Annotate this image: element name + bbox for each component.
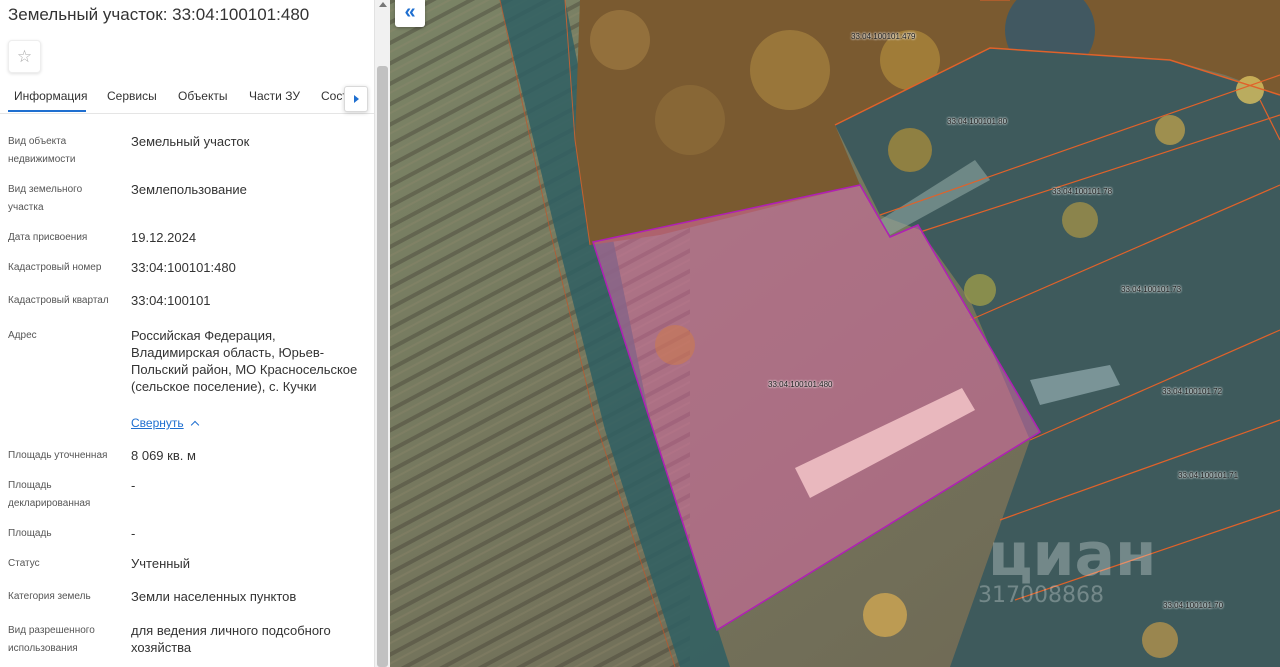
property-label: Площадь: [8, 528, 52, 539]
property-label: Вид земельного участка: [8, 184, 83, 213]
tab-parts[interactable]: Части ЗУ: [249, 89, 300, 103]
property-value: 33:04:100101:480: [131, 260, 236, 275]
selected-parcel-label: 33:04:100101:480: [768, 380, 833, 389]
property-label: Вид разрешенного использования: [8, 625, 95, 654]
parcel-label: 33:04:100101:479: [851, 32, 916, 41]
property-value: 33:04:100101: [131, 293, 211, 308]
info-panel: Земельный участок: 33:04:100101:480 ☆ Ин…: [0, 0, 375, 667]
tab-services[interactable]: Сервисы: [107, 89, 157, 103]
watermark-brand: циан: [988, 520, 1157, 590]
property-value: Землепользование: [131, 182, 247, 197]
property-value: 19.12.2024: [131, 230, 197, 245]
page-title: Земельный участок: 33:04:100101:480: [8, 5, 310, 24]
property-value: Земли населенных пунктов: [131, 589, 297, 604]
collapse-address-link[interactable]: Свернуть: [131, 416, 199, 430]
property-label: Кадастровый номер: [8, 262, 102, 273]
property-label: Площадь декларированная: [8, 480, 91, 509]
active-tab-indicator: [8, 110, 86, 112]
property-label: Адрес: [8, 330, 37, 341]
satellite-map[interactable]: « 33:04:100101:480 33:04:100101:479 33:0…: [390, 0, 1280, 667]
parcel-label: 33:04:100101:73: [1121, 285, 1182, 294]
parcel-label: 33:04:100101:71: [1178, 471, 1239, 480]
tab-objects[interactable]: Объекты: [178, 89, 228, 103]
property-label: Площадь уточненная: [8, 450, 108, 461]
property-value: Учтенный: [131, 556, 191, 571]
property-label: Вид объекта недвижимости: [8, 136, 76, 165]
property-label: Статус: [8, 558, 40, 569]
favorite-button[interactable]: ☆: [8, 40, 41, 73]
star-icon: ☆: [16, 46, 33, 66]
property-label: Категория земель: [8, 591, 91, 602]
property-label: Дата присвоения: [8, 232, 88, 243]
tab-bar: Информация Сервисы Объекты Части ЗУ Сост: [0, 80, 374, 114]
parcel-label: 33:04:100101:80: [947, 117, 1008, 126]
parcel-label: 33:04:100101:70: [1163, 601, 1224, 610]
scrollbar-thumb[interactable]: [377, 66, 388, 667]
collapse-panel-button[interactable]: «: [395, 0, 425, 27]
property-value: 8 069 кв. м: [131, 448, 196, 463]
tab-information[interactable]: Информация: [14, 89, 87, 103]
tabs-scroll-right-button[interactable]: [344, 86, 368, 112]
property-value: Российская Федерация, Владимирская облас…: [131, 328, 358, 394]
property-value: -: [131, 526, 136, 541]
property-value: Земельный участок: [131, 134, 250, 149]
chevron-up-icon: [190, 420, 199, 430]
property-value: для ведения личного подсобного хозяйства: [131, 623, 331, 655]
property-value: -: [131, 478, 136, 493]
parcel-label: 33:04:100101:78: [1052, 187, 1113, 196]
watermark-id: 317008868: [978, 583, 1104, 608]
parcel-label: 33:04:100101:72: [1162, 387, 1223, 396]
property-label: Кадастровый квартал: [8, 295, 109, 306]
scroll-up-arrow-icon[interactable]: [379, 2, 387, 7]
collapse-link-label: Свернуть: [131, 416, 184, 430]
panel-scrollbar[interactable]: [374, 0, 391, 667]
